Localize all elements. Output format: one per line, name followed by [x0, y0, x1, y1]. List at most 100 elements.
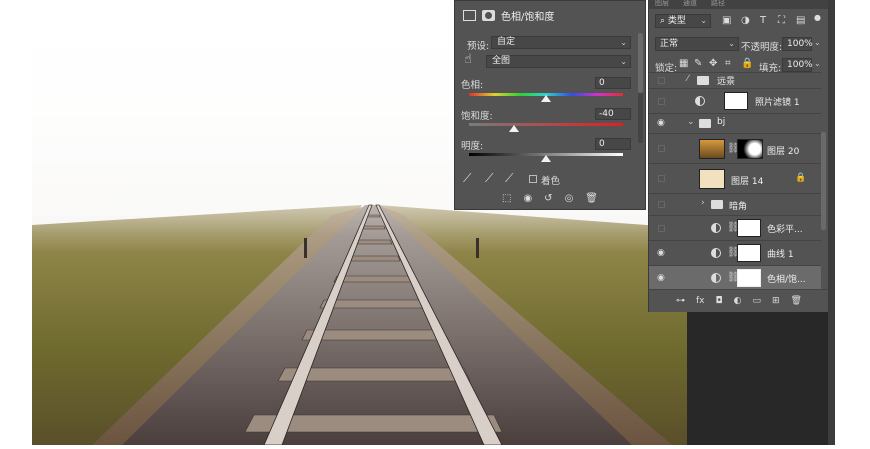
trash-icon[interactable]: 🗑 — [585, 193, 598, 204]
adjustment-layer-icon[interactable] — [463, 9, 476, 21]
tab-layers[interactable]: 图层 — [655, 0, 669, 8]
layer-row[interactable]: 照片滤镜 1 — [649, 88, 821, 113]
lightness-slider-handle[interactable] — [541, 155, 551, 162]
layer-mask-thumbnail[interactable] — [737, 244, 761, 262]
shape-filter-icon[interactable]: ⛶ — [778, 15, 785, 26]
layer-thumbnail[interactable] — [699, 139, 725, 159]
layer-row[interactable]: ⛓ 图层 20 — [649, 133, 821, 163]
layer-mask-thumbnail[interactable] — [737, 139, 763, 159]
blend-mode-value: 正常 — [660, 39, 679, 49]
lock-position-icon[interactable]: ✥ — [709, 58, 717, 69]
saturation-label: 饱和度: — [461, 111, 493, 122]
folder-icon — [699, 119, 711, 128]
tab-paths[interactable]: 路径 — [711, 0, 725, 8]
chevron-down-icon[interactable]: ⌄ — [687, 117, 695, 127]
mask-icon[interactable] — [482, 9, 495, 21]
hue-slider-handle[interactable] — [541, 95, 551, 102]
visibility-off-icon[interactable] — [658, 225, 665, 232]
layers-panel: 图层 通道 路径 ⌕ 类型 ⌄ ▣ ◑ T ⛶ ▤ ● 正常 ⌄ 不透明度: 100… — [648, 0, 829, 312]
visibility-off-icon[interactable] — [658, 77, 665, 84]
eyedropper-plus-icon[interactable]: ⟋ — [485, 171, 493, 186]
trash-icon[interactable]: 🗑 — [791, 296, 802, 306]
preset-dropdown[interactable]: 自定 ⌄ — [491, 36, 631, 49]
new-layer-icon[interactable]: ⊞ — [772, 296, 780, 306]
lock-pixels-icon[interactable]: ✎ — [694, 58, 702, 69]
hue-label: 色相: — [461, 80, 484, 91]
saturation-slider[interactable] — [469, 123, 623, 126]
layer-group-row[interactable]: › 暗角 — [649, 193, 821, 215]
eye-icon[interactable]: ◉ — [657, 273, 665, 283]
layer-name: 曲线 1 — [767, 250, 794, 260]
clip-to-layer-icon[interactable]: ⬚ — [502, 193, 511, 204]
chevron-right-icon[interactable]: › — [701, 198, 705, 208]
eye-icon[interactable]: ◉ — [657, 118, 665, 128]
layer-mask-thumbnail[interactable] — [737, 219, 761, 237]
eyedropper-icon[interactable]: ⟋ — [463, 171, 471, 186]
adjustment-icon[interactable]: ◐ — [734, 296, 742, 306]
saturation-slider-handle[interactable] — [509, 125, 519, 132]
layer-name: bj — [717, 117, 726, 127]
layer-name: 色彩平... — [767, 225, 803, 235]
visibility-off-icon[interactable] — [658, 175, 665, 182]
colorize-checkbox[interactable] — [529, 175, 537, 183]
new-group-icon[interactable]: ▭ — [752, 296, 761, 306]
layer-mask-thumbnail[interactable] — [737, 269, 761, 287]
layer-thumbnail[interactable] — [699, 169, 725, 189]
lock-icon: 🔒 — [795, 173, 807, 183]
colorize-label: 着色 — [541, 176, 561, 187]
color-balance-icon — [711, 223, 721, 233]
layer-name: 远景 — [717, 77, 736, 87]
visibility-off-icon[interactable] — [658, 145, 665, 152]
visibility-eye-icon[interactable]: ◎ — [565, 193, 574, 204]
panel-dock-edge — [828, 0, 835, 445]
add-mask-icon[interactable]: ◘ — [716, 296, 723, 306]
lightness-input[interactable]: 0 — [595, 138, 631, 150]
layer-name: 图层 20 — [767, 147, 800, 157]
tab-channels[interactable]: 通道 — [683, 0, 697, 8]
properties-panel: 色相/饱和度 预设: 自定 ⌄ ☝ 全图 ⌄ 色相: 0 饱和度: -40 明度: … — [454, 0, 646, 210]
opacity-input[interactable]: 100% — [782, 37, 813, 51]
eyedropper-minus-icon[interactable]: ⟋ — [505, 171, 513, 186]
saturation-input[interactable]: -40 — [595, 108, 631, 120]
opacity-chevron-icon[interactable]: ⌄ — [814, 38, 821, 47]
opacity-label: 不透明度: — [741, 42, 783, 53]
properties-footer: ⬚ ◉ ↺ ◎ 🗑 — [455, 187, 645, 209]
fx-icon[interactable]: fx — [696, 296, 705, 306]
layers-scrollbar[interactable] — [821, 132, 826, 230]
lock-transparency-icon[interactable]: ▦ — [679, 58, 688, 69]
layer-row[interactable]: ⁄ 远景 — [649, 72, 821, 88]
smart-object-filter-icon[interactable]: ▤ — [796, 15, 805, 26]
visibility-off-icon[interactable] — [658, 98, 665, 105]
layer-row[interactable]: 图层 14 🔒 — [649, 163, 821, 193]
eye-icon[interactable]: ◉ — [657, 248, 665, 258]
adjustment-filter-icon[interactable]: ◑ — [741, 15, 750, 26]
hue-input[interactable]: 0 — [595, 77, 631, 89]
fill-chevron-icon[interactable]: ⌄ — [814, 59, 821, 68]
layer-name: 照片滤镜 1 — [755, 98, 800, 108]
lock-icon[interactable]: 🔒 — [741, 58, 753, 69]
layer-row[interactable]: ⛓ 色彩平... — [649, 215, 821, 240]
chevron-icon[interactable]: ⁄ — [687, 74, 689, 84]
hand-tool-icon[interactable]: ☝ — [464, 52, 472, 67]
filter-toggle-icon[interactable]: ● — [814, 13, 821, 22]
range-dropdown[interactable]: 全图 ⌄ — [486, 55, 631, 68]
layer-row[interactable]: ◉ ⛓ 曲线 1 — [649, 240, 821, 265]
image-filter-icon[interactable]: ▣ — [722, 15, 731, 26]
fill-input[interactable]: 100% — [782, 58, 813, 72]
curves-icon — [711, 248, 721, 258]
properties-title: 色相/饱和度 — [501, 11, 555, 23]
lock-artboard-icon[interactable]: ⌗ — [725, 58, 731, 69]
link-layers-icon[interactable]: ⊶ — [676, 296, 685, 306]
range-value: 全图 — [492, 56, 511, 66]
view-previous-icon[interactable]: ◉ — [523, 193, 532, 204]
properties-scrollbar[interactable] — [638, 33, 643, 143]
layer-row-selected[interactable]: ◉ ⛓ 色相/饱... — [649, 265, 821, 290]
layer-filter-dropdown[interactable]: ⌕ 类型 ⌄ — [655, 14, 711, 28]
type-filter-icon[interactable]: T — [760, 15, 766, 26]
layer-mask-thumbnail[interactable] — [724, 92, 748, 110]
blend-mode-dropdown[interactable]: 正常 ⌄ — [655, 37, 739, 51]
photo-filter-icon — [695, 96, 705, 106]
visibility-off-icon[interactable] — [658, 201, 665, 208]
reset-icon[interactable]: ↺ — [544, 193, 552, 204]
layer-group-row[interactable]: ◉ ⌄ bj — [649, 113, 821, 133]
